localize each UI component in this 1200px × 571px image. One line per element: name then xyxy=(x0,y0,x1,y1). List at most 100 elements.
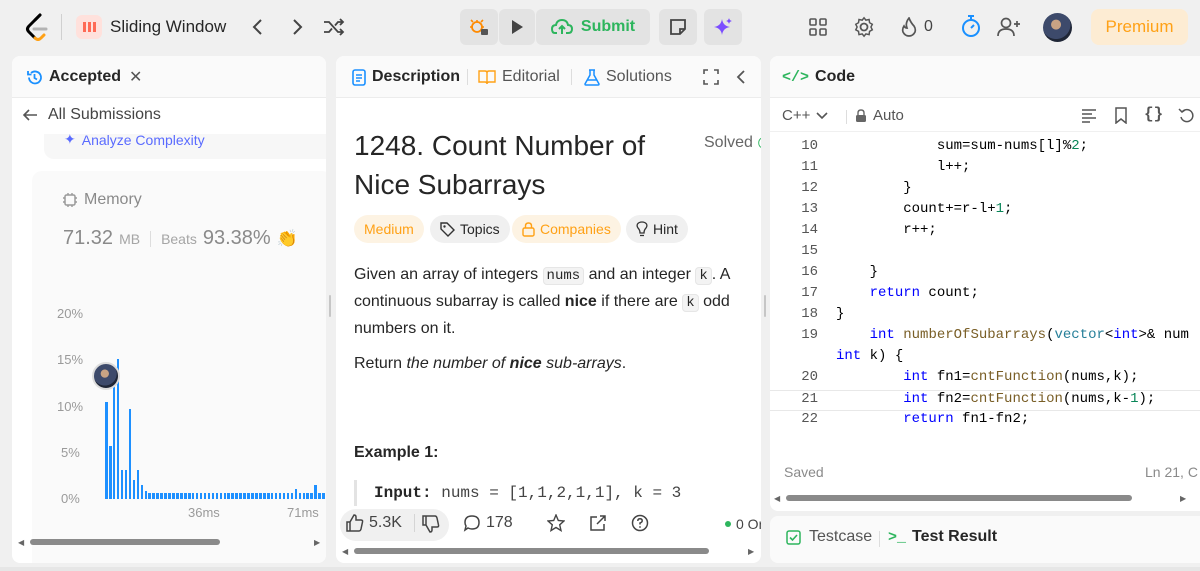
chart-bar[interactable] xyxy=(195,493,199,499)
horizontal-scrollbar[interactable]: ◀ ▶ xyxy=(770,492,1200,506)
comments-button[interactable]: 178 xyxy=(463,514,513,532)
code-line[interactable]: 13 count+=r-l+1; xyxy=(770,201,1200,222)
chart-bar[interactable] xyxy=(160,493,163,499)
chart-bar[interactable] xyxy=(290,493,294,499)
horizontal-scrollbar[interactable]: ◀ ▶ xyxy=(336,545,761,559)
chart-bar[interactable] xyxy=(263,493,266,499)
code-line[interactable]: 12 } xyxy=(770,180,1200,201)
panel-resize-handle[interactable] xyxy=(764,295,766,317)
code-line[interactable]: 21 int fn2=cntFunction(nums,k-1); xyxy=(770,390,1200,411)
tab-description[interactable]: Description xyxy=(352,56,460,98)
streak-flame-icon[interactable] xyxy=(898,15,920,39)
code-line[interactable]: 22 return fn1-fn2; xyxy=(770,411,1200,432)
code-line[interactable]: 17 return count; xyxy=(770,285,1200,306)
shuffle-icon[interactable] xyxy=(322,15,346,39)
tab-code[interactable]: </> Code xyxy=(782,56,855,98)
panel-resize-handle[interactable] xyxy=(329,295,331,317)
chart-bar[interactable] xyxy=(251,493,254,499)
horizontal-scrollbar[interactable]: ◀ ▶ xyxy=(12,534,326,550)
like-button[interactable]: 5.3K xyxy=(346,514,402,532)
chart-bar[interactable] xyxy=(215,493,219,499)
code-line[interactable]: 10 sum=sum-nums[l]%2; xyxy=(770,138,1200,159)
chart-bar[interactable] xyxy=(203,493,207,499)
chart-bar[interactable] xyxy=(156,493,159,499)
chart-bar[interactable] xyxy=(282,493,286,499)
code-line[interactable]: int k) { xyxy=(770,348,1200,369)
format-lines-icon[interactable] xyxy=(1081,108,1097,128)
debug-button[interactable] xyxy=(460,9,498,45)
favorite-star-icon[interactable] xyxy=(546,513,566,537)
chart-bar[interactable] xyxy=(302,493,306,499)
chart-bar[interactable] xyxy=(231,493,234,499)
code-editor[interactable]: 10 sum=sum-nums[l]%2; 11 l++; 12 } 13 count… xyxy=(770,138,1200,445)
chart-bar[interactable] xyxy=(136,469,140,499)
topics-tag[interactable]: Topics xyxy=(430,215,510,243)
chart-bar[interactable] xyxy=(172,493,175,499)
chart-bar[interactable] xyxy=(239,493,242,499)
hint-tag[interactable]: Hint xyxy=(626,215,688,243)
chart-bar[interactable] xyxy=(255,493,258,499)
braces-icon[interactable]: {} xyxy=(1144,105,1163,123)
scroll-right-icon[interactable]: ▶ xyxy=(314,538,320,547)
chevron-right-icon[interactable] xyxy=(287,15,309,39)
leetcode-logo[interactable] xyxy=(24,13,50,41)
tab-testcase[interactable]: Testcase xyxy=(786,528,872,546)
scrollbar-thumb[interactable] xyxy=(354,548,709,554)
chart-bar[interactable] xyxy=(314,485,317,499)
submit-button[interactable]: Submit xyxy=(536,9,650,45)
chart-bar[interactable] xyxy=(259,493,262,499)
code-line[interactable]: 11 l++; xyxy=(770,159,1200,180)
chart-bar[interactable] xyxy=(105,402,108,499)
language-select[interactable]: C++ xyxy=(782,107,828,124)
code-line[interactable]: 19 int numberOfSubarrays(vector<int>& nu… xyxy=(770,327,1200,348)
avatar[interactable] xyxy=(1043,13,1072,42)
collapse-chevron-icon[interactable] xyxy=(734,68,748,86)
chart-bar[interactable] xyxy=(274,493,278,499)
code-line[interactable]: 20 int fn1=cntFunction(nums,k); xyxy=(770,369,1200,390)
chart-bar[interactable] xyxy=(164,493,167,499)
chart-bar[interactable] xyxy=(180,493,183,499)
chart-bar[interactable] xyxy=(207,493,211,499)
tab-test-result[interactable]: >_ Test Result xyxy=(888,528,997,546)
chart-bar[interactable] xyxy=(132,479,136,499)
scroll-left-icon[interactable]: ◀ xyxy=(18,538,24,547)
code-line[interactable]: 14 r++; xyxy=(770,222,1200,243)
ai-assist-button[interactable] xyxy=(704,9,742,45)
chart-bar[interactable] xyxy=(298,493,302,499)
chart-bar[interactable] xyxy=(322,492,325,499)
help-circle-icon[interactable] xyxy=(631,514,649,537)
chart-bar[interactable] xyxy=(223,493,227,499)
chart-bar[interactable] xyxy=(219,493,223,499)
chart-bar[interactable] xyxy=(152,493,155,499)
chart-bar[interactable] xyxy=(148,492,152,499)
your-submission-avatar[interactable] xyxy=(92,362,120,390)
chart-bar[interactable] xyxy=(306,493,310,499)
chart-bar[interactable] xyxy=(120,469,124,499)
chart-bar[interactable] xyxy=(247,493,250,499)
scroll-left-icon[interactable]: ◀ xyxy=(342,547,348,556)
difficulty-badge[interactable]: Medium xyxy=(354,215,424,243)
chart-bar[interactable] xyxy=(187,493,191,499)
run-button[interactable] xyxy=(499,9,535,45)
reset-icon[interactable] xyxy=(1178,107,1194,128)
code-line[interactable]: 15 xyxy=(770,243,1200,264)
chart-bar[interactable] xyxy=(199,493,203,499)
chart-bar[interactable] xyxy=(286,493,290,499)
problem-list-title[interactable]: Sliding Window xyxy=(110,17,226,37)
notes-button[interactable] xyxy=(659,9,697,45)
auto-mode[interactable]: Auto xyxy=(855,107,904,124)
tab-editorial[interactable]: Editorial xyxy=(478,56,560,98)
chart-bar[interactable] xyxy=(227,493,231,499)
timer-icon[interactable] xyxy=(958,12,984,40)
scroll-right-icon[interactable]: ▶ xyxy=(748,547,754,556)
chart-bar[interactable] xyxy=(211,493,215,499)
scroll-right-icon[interactable]: ▶ xyxy=(1180,494,1186,503)
chart-bar[interactable] xyxy=(191,493,195,499)
scrollbar-thumb[interactable] xyxy=(786,495,1132,501)
chart-bar[interactable] xyxy=(266,492,270,499)
chart-bar[interactable] xyxy=(278,492,282,499)
chart-bar[interactable] xyxy=(235,493,238,499)
layout-grid-icon[interactable] xyxy=(806,15,830,39)
analyze-complexity-button[interactable]: ✦ Analyze Complexity xyxy=(64,134,205,148)
chart-bar[interactable] xyxy=(270,493,274,499)
